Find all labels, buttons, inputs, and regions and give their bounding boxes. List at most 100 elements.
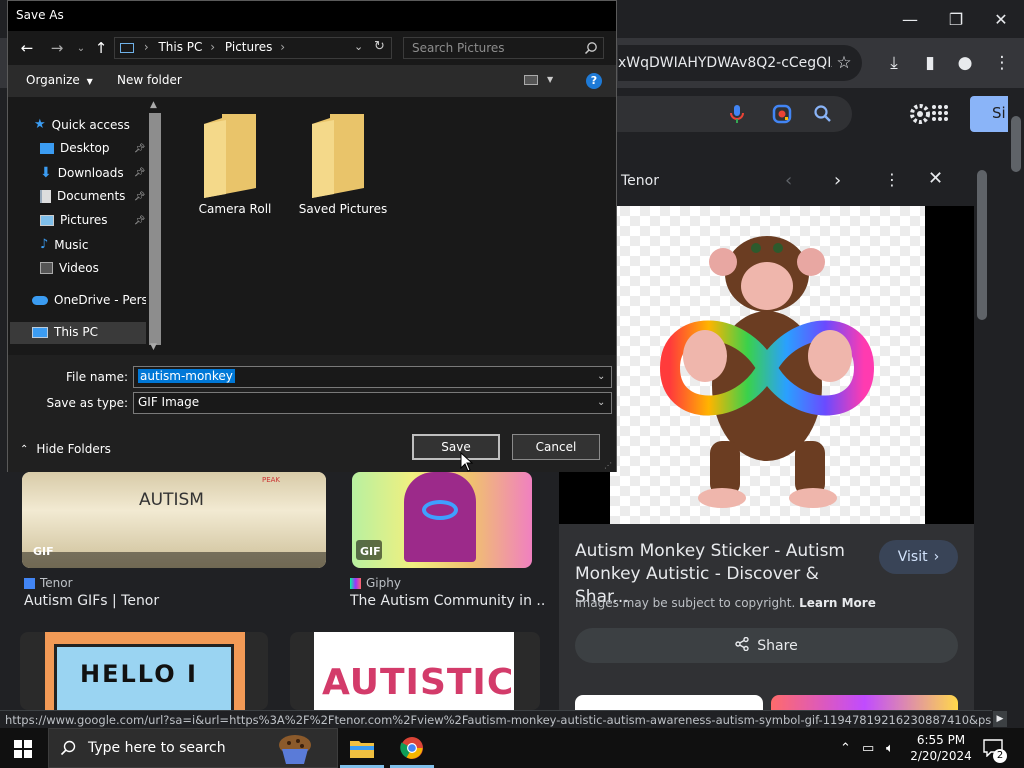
file-name-dropdown-icon[interactable]: ⌄ [597, 371, 605, 382]
nav-item-onedrive[interactable]: OneDrive - Persor [32, 293, 160, 307]
nav-item-label: Music [54, 237, 89, 252]
result-image-gauge[interactable]: AUTISM PEAK [22, 472, 326, 568]
share-button[interactable]: Share [575, 628, 958, 663]
breadcrumb-separator-icon: › [210, 40, 216, 54]
help-icon[interactable]: ? [586, 73, 602, 89]
nav-item-this-pc[interactable]: This PC [32, 325, 98, 339]
gif-badge: GIF [33, 545, 54, 558]
nav-item-documents[interactable]: Documents [40, 189, 125, 203]
save-type-select[interactable]: GIF Image [133, 392, 612, 414]
monkey-preview-image[interactable] [610, 206, 925, 524]
nav-item-label: This PC [54, 325, 98, 339]
more-options-icon[interactable]: ⋮ [884, 170, 900, 189]
copyright-note: Images may be subject to copyright. Lear… [575, 596, 876, 610]
refresh-icon[interactable]: ↻ [374, 39, 385, 54]
cancel-button[interactable]: Cancel [512, 434, 600, 460]
navigation-scrollbar-thumb[interactable] [149, 113, 161, 345]
next-image-icon[interactable]: › [834, 170, 841, 191]
result-source: Tenor [24, 576, 73, 590]
side-panel-icon[interactable]: ▮ [918, 51, 942, 75]
maximize-button[interactable]: ❐ [933, 0, 979, 38]
lens-icon[interactable] [772, 104, 792, 124]
chrome-icon[interactable] [400, 736, 424, 760]
pin-icon[interactable]: 📌︎ [134, 192, 145, 202]
pin-icon[interactable]: 📌︎ [134, 168, 145, 178]
view-options-icon[interactable] [524, 75, 538, 85]
scroll-down-icon[interactable]: ▼ [150, 342, 157, 352]
pin-icon[interactable]: 📌︎ [134, 144, 145, 154]
copyright-text: Images may be subject to copyright. [575, 596, 796, 610]
forward-arrow-icon[interactable]: → [46, 37, 68, 59]
learn-more-link[interactable]: Learn More [799, 596, 876, 610]
network-icon[interactable]: ▭ [862, 741, 874, 756]
nav-item-quick-access[interactable]: ★ Quick access [34, 117, 130, 132]
nav-item-label: Downloads [57, 166, 124, 180]
nav-item-music[interactable]: ♪ Music [40, 237, 88, 252]
previous-image-icon[interactable]: ‹ [785, 170, 792, 191]
visit-button[interactable]: Visit › [879, 540, 958, 574]
bookmark-star-icon[interactable]: ☆ [832, 51, 856, 75]
nav-item-downloads[interactable]: ⬇ Downloads [40, 165, 124, 181]
file-name-input[interactable]: autism-monkey [133, 366, 612, 388]
taskbar-clock[interactable]: 6:55 PM 2/20/2024 [902, 732, 980, 764]
scroll-up-icon[interactable]: ▲ [150, 100, 157, 110]
hide-folders-toggle[interactable]: ⌃ Hide Folders [20, 442, 111, 456]
save-type-dropdown-icon[interactable]: ⌄ [597, 397, 605, 408]
related-image-thumbnail[interactable] [771, 695, 958, 710]
result-image-hello[interactable]: HELLO I [20, 632, 268, 710]
clock-time: 6:55 PM [916, 733, 966, 747]
page-scrollbar-thumb[interactable] [1011, 116, 1021, 172]
nav-item-videos[interactable]: Videos [40, 261, 99, 275]
view-dropdown-icon[interactable]: ▼ [547, 75, 553, 84]
file-explorer-icon[interactable] [350, 738, 374, 758]
result-image-autistic[interactable]: AUTISTIC [290, 632, 540, 710]
breadcrumb-this-pc[interactable]: This PC [158, 40, 202, 54]
search-icon[interactable] [584, 40, 598, 55]
infinity-symbol-icon [422, 500, 458, 520]
nav-item-label: Documents [57, 189, 126, 203]
nav-item-pictures[interactable]: Pictures [40, 213, 108, 227]
address-dropdown-icon[interactable]: ⌄ [354, 40, 363, 53]
search-icon[interactable] [813, 104, 833, 124]
pin-icon[interactable]: 📌︎ [134, 216, 145, 226]
chrome-menu-icon[interactable]: ⋮ [990, 51, 1014, 75]
volume-muted-icon[interactable]: 🔈︎ [886, 741, 894, 756]
minimize-button[interactable]: — [887, 0, 933, 38]
settings-gear-icon[interactable] [908, 102, 932, 126]
folder-saved-pictures[interactable]: Saved Pictures [298, 110, 388, 220]
related-image-thumbnail[interactable] [575, 695, 763, 710]
close-panel-icon[interactable]: ✕ [928, 168, 943, 189]
share-button-label: Share [757, 637, 798, 654]
folder-camera-roll[interactable]: Camera Roll [190, 110, 280, 220]
profile-icon[interactable]: ● [953, 51, 977, 75]
breadcrumb-pictures[interactable]: Pictures [225, 40, 273, 54]
show-hidden-icons-chevron-icon[interactable]: ⌃ [840, 741, 851, 756]
side-panel-source: Tenor [621, 173, 659, 189]
share-icon [735, 636, 749, 655]
recent-locations-icon[interactable]: ⌄ [70, 37, 92, 59]
result-title[interactable]: The Autism Community in ... [350, 593, 545, 609]
organize-menu[interactable]: Organize ▼ [26, 73, 93, 87]
save-button[interactable]: Save [412, 434, 500, 460]
page-scrollbar[interactable] [1008, 88, 1024, 710]
windows-start-icon[interactable] [14, 740, 32, 758]
result-title[interactable]: Autism GIFs | Tenor [24, 593, 324, 609]
resize-grip-icon[interactable]: ⋰ [604, 461, 612, 470]
chevron-up-icon: ⌃ [20, 443, 29, 455]
apps-grid-icon[interactable] [932, 105, 948, 121]
autistic-text: AUTISTIC [322, 662, 515, 703]
nav-item-desktop[interactable]: Desktop [40, 141, 110, 155]
muffin-search-highlight-icon [274, 733, 316, 765]
back-arrow-icon[interactable]: ← [16, 37, 38, 59]
dialog-titlebar[interactable] [8, 1, 616, 31]
voice-search-icon[interactable] [728, 104, 746, 124]
scroll-right-icon[interactable]: ▶ [993, 711, 1007, 727]
close-window-button[interactable]: ✕ [978, 0, 1024, 38]
downloads-icon[interactable]: ⤓ [882, 51, 906, 75]
gauge-subtext: PEAK [262, 476, 281, 484]
save-type-label: Save as type: [46, 396, 128, 410]
side-panel-scrollbar[interactable] [977, 170, 987, 320]
music-icon: ♪ [40, 237, 49, 252]
new-folder-button[interactable]: New folder [117, 73, 182, 87]
up-arrow-icon[interactable]: ↑ [90, 37, 112, 59]
